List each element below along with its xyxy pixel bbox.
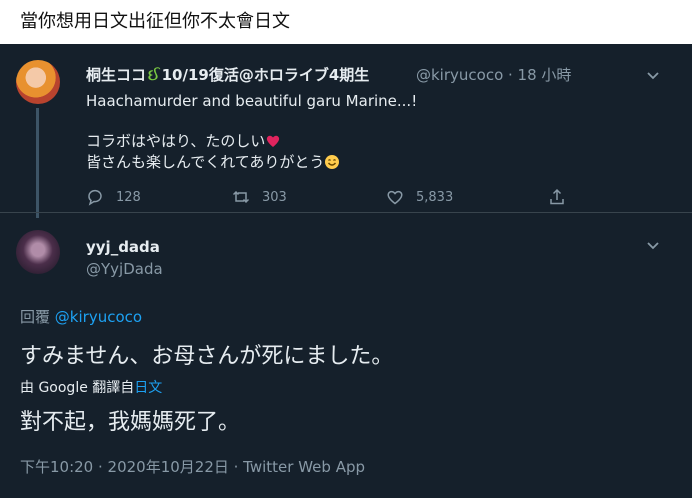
translation-attribution: 由 Google 翻譯自日文 [20,380,163,396]
heart-icon [387,190,403,205]
tweet2-text: すみません、お母さんが死にました。 [20,344,394,369]
tweet2-translated-text: 對不起，我媽媽死了。 [20,410,241,435]
avatar-kiryucoco[interactable] [16,60,60,104]
tweet1-text-line1: Haachamurder and beautiful garu Marine..… [86,92,418,110]
tweet2-author-name[interactable]: yyj_dada [86,238,160,256]
reply-mention-link[interactable]: @kiryucoco [55,308,142,326]
thread-connector-line [36,108,39,218]
retweet-count: 303 [262,189,287,205]
dragon-emoji-icon: ઈ [148,66,160,84]
source-language-link[interactable]: 日文 [134,380,162,396]
tweet1-text-line3: 皆さんも楽しんでくれてありがとう [86,151,340,172]
avatar-yyjdada[interactable] [16,230,60,274]
meme-caption: 當你想用日文出征但你不太會日文 [20,11,290,32]
meme-caption-bar: 當你想用日文出征但你不太會日文 [0,0,692,44]
retweet-button[interactable]: 303 [232,188,287,206]
replying-to: 回覆 @kiryucoco [20,308,143,326]
reply-count: 128 [116,189,141,205]
comment-icon [88,189,102,206]
smile-emoji-icon [325,155,340,169]
like-count: 5,833 [416,189,454,205]
tweet-divider [0,212,692,213]
reply-button[interactable]: 128 [86,188,141,206]
tweet2-handle[interactable]: @YyjDada [86,260,163,278]
chevron-down-icon[interactable] [646,238,660,252]
share-icon [550,188,564,205]
tweet1-text-line2: コラボはやはり、たのしい [86,130,281,151]
tweet1-author-name[interactable]: 桐生ココ ઈ 10/19復活@ホロライブ4期生 [86,64,369,85]
like-button[interactable]: 5,833 [386,188,453,206]
retweet-icon [232,190,250,204]
share-button[interactable] [548,188,578,206]
tweet1-handle-time[interactable]: @kiryucoco · 18 小時 [416,64,571,85]
tweet2-timestamp-source[interactable]: 下午10:20 · 2020年10月22日 · Twitter Web App [20,456,365,477]
heart-emoji-icon [267,135,280,147]
tweet-thread: 桐生ココ ઈ 10/19復活@ホロライブ4期生 @kiryucoco · 18 小時… [0,44,692,498]
chevron-down-icon[interactable] [646,68,660,82]
